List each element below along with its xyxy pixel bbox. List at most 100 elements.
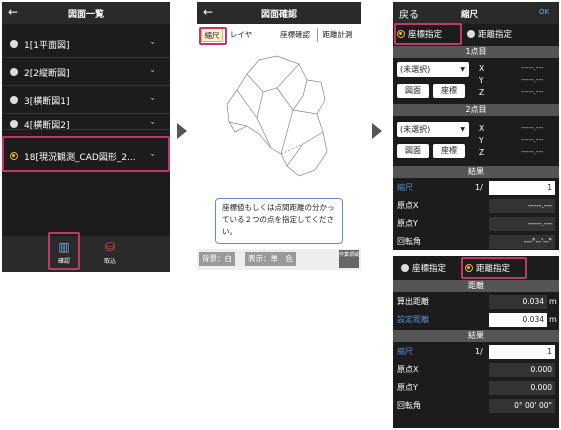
import-label: 取込: [103, 258, 116, 265]
step-arrow-icon: [177, 123, 187, 139]
import-icon: ⛁: [104, 240, 116, 254]
background-toggle[interactable]: 背景：白: [199, 252, 235, 266]
footer-bar: 背景：白 表示：単 色 作業領域: [197, 249, 361, 270]
origin-x-value: 0.000: [489, 363, 555, 377]
ok-button[interactable]: OK: [539, 8, 549, 16]
calc-distance-label: 算出距離: [397, 297, 429, 306]
select-value: (未選択): [400, 125, 431, 134]
set-distance-label: 設定距離: [397, 315, 429, 324]
back-button[interactable]: 戻る: [399, 6, 419, 21]
point2-coord-button[interactable]: 座標: [433, 144, 465, 158]
origin-x-label: 原点X: [397, 201, 419, 210]
point2-drawing-button[interactable]: 図面: [397, 144, 429, 158]
scale-label: 縮尺: [397, 347, 413, 356]
instruction-message: 座標値もしくは点間距離の分かっている２つの点を指定してください。: [215, 198, 343, 244]
section-header-distance: 距離: [393, 280, 559, 292]
set-distance-input[interactable]: 0.034: [489, 313, 547, 327]
page-title: 縮尺: [461, 10, 479, 20]
radio-icon: [401, 264, 409, 272]
point2-x-value: -----.---: [521, 124, 544, 132]
axis-y-label: Y: [479, 136, 484, 145]
rotation-value: 0° 00' 00": [489, 399, 555, 413]
section-header-point2: 2点目: [393, 104, 559, 116]
axis-y-label: Y: [479, 76, 484, 85]
origin-y-label: 原点Y: [397, 219, 418, 228]
point1-x-value: -----.---: [521, 64, 544, 72]
radio-icon[interactable]: [10, 120, 18, 128]
axis-x-label: X: [479, 124, 485, 133]
radio-icon[interactable]: [10, 40, 18, 48]
header: ← 図面確認: [197, 2, 361, 24]
distance-spec-highlight: [461, 257, 527, 279]
scale-label: 縮尺: [397, 183, 413, 192]
axis-x-label: X: [479, 64, 485, 73]
unit-label: m: [549, 315, 557, 324]
tab-coord-check[interactable]: 座標確認: [275, 28, 315, 42]
header: ← 図面一覧: [2, 2, 170, 24]
bottom-toolbar: ▥ 確認 ⛁ 取込: [2, 236, 170, 272]
point1-select[interactable]: (未選択) ▼: [397, 62, 469, 77]
section-header-result: 結果: [393, 330, 559, 342]
point2-select[interactable]: (未選択) ▼: [397, 122, 469, 137]
work-area-button[interactable]: 作業領域: [339, 250, 359, 268]
point1-y-value: -----.---: [521, 76, 544, 84]
confirm-button-highlight: [48, 232, 80, 270]
axis-z-label: Z: [479, 148, 485, 157]
radio-icon[interactable]: [10, 68, 18, 76]
radio-coord-spec[interactable]: 座標指定: [401, 260, 446, 278]
step-arrow-icon: [372, 123, 382, 139]
origin-y-value: 0.000: [489, 381, 555, 395]
list-item-label: 4[横断図2]: [24, 121, 70, 130]
display-toggle[interactable]: 表示：単 色: [245, 252, 296, 266]
page-title: 図面一覧: [67, 10, 104, 20]
rotation-label: 回転角: [397, 237, 421, 246]
origin-y-value: -----.---: [489, 217, 555, 231]
point1-z-value: -----.---: [521, 88, 544, 96]
caret-down-icon: ▼: [460, 66, 465, 73]
rotation-value: ---°--'--": [489, 235, 555, 249]
list-item[interactable]: 2[2縦断図] ⌄: [2, 58, 170, 86]
section-header-point1: 1点目: [393, 46, 559, 58]
coord-spec-highlight: [394, 23, 462, 45]
list-item[interactable]: 1[1平面図] ⌄: [2, 30, 170, 58]
selected-item-highlight: [2, 136, 170, 172]
cad-drawing: [226, 55, 328, 177]
point1-drawing-button[interactable]: 図面: [397, 84, 429, 98]
rotation-label: 回転角: [397, 401, 421, 410]
list-item[interactable]: 4[横断図2] ⌄: [2, 114, 170, 130]
point2-y-value: -----.---: [521, 136, 544, 144]
axis-z-label: Z: [479, 88, 485, 97]
list-item-label: 2[2縦断図]: [24, 69, 70, 79]
scale-input[interactable]: 1: [489, 345, 555, 359]
list-item-label: 3[横断図1]: [24, 97, 70, 107]
tab-layer[interactable]: レイヤ: [225, 28, 257, 42]
origin-x-label: 原点X: [397, 365, 419, 374]
chevron-down-icon[interactable]: ⌄: [149, 117, 156, 126]
point2-z-value: -----.---: [521, 148, 544, 156]
list-item-label: 1[1平面図]: [24, 41, 70, 51]
radio-icon[interactable]: [10, 96, 18, 104]
radio-label: 距離指定: [478, 30, 513, 40]
radio-icon: [467, 30, 475, 38]
chevron-down-icon[interactable]: ⌄: [149, 37, 156, 46]
select-value: (未選択): [400, 65, 431, 74]
section-header-result: 結果: [393, 166, 559, 178]
scale-prefix: 1/: [475, 347, 483, 356]
scale-tab-highlight: [199, 27, 227, 45]
point1-coord-button[interactable]: 座標: [433, 84, 465, 98]
calc-distance-value: 0.034: [489, 295, 547, 309]
drawing-canvas[interactable]: 縮尺 レイヤ 座標確認 距離計測 座標値もしくは点間距離の分かっている２つの点を…: [197, 24, 361, 249]
origin-x-value: -----.---: [489, 199, 555, 213]
chevron-down-icon[interactable]: ⌄: [149, 93, 156, 102]
chevron-down-icon[interactable]: ⌄: [149, 65, 156, 74]
radio-label: 座標指定: [412, 264, 447, 274]
unit-label: m: [549, 297, 557, 306]
tab-distance-measure[interactable]: 距離計測: [317, 28, 357, 42]
scale-prefix: 1/: [475, 183, 483, 192]
scale-distance-screen: 座標指定 距離指定 距離 算出距離 0.034 m 設定距離 0.034 m 結…: [393, 256, 559, 428]
header: 戻る 縮尺 OK: [393, 2, 559, 24]
import-button[interactable]: ⛁ 取込: [98, 240, 122, 265]
list-item[interactable]: 3[横断図1] ⌄: [2, 86, 170, 114]
radio-distance-spec[interactable]: 距離指定: [467, 26, 512, 44]
scale-input[interactable]: 1: [489, 181, 555, 195]
